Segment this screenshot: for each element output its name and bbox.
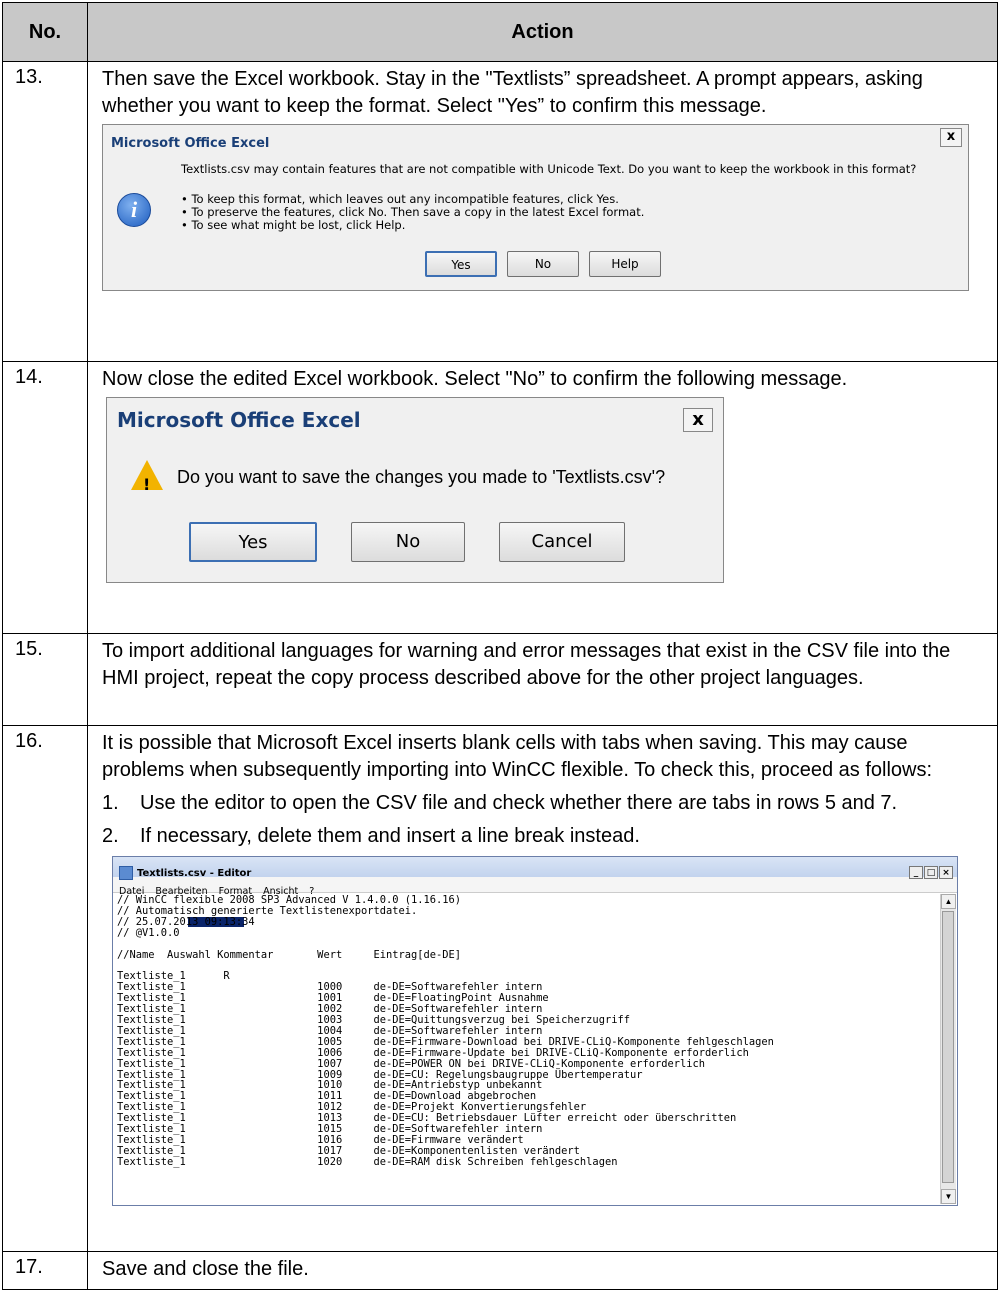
yes-button[interactable]: Yes (425, 251, 497, 277)
dialog-bullets: • To keep this format, which leaves out … (181, 193, 644, 232)
row-text: To import additional languages for warni… (102, 640, 951, 689)
scroll-down-icon[interactable]: ▼ (941, 1189, 956, 1204)
editor-line: Textliste_1 1006 de-DE=Firmware-Update b… (117, 1046, 749, 1059)
row-text: Save and close the file. (102, 1258, 309, 1280)
dialog-title: Microsoft Office Excel (117, 408, 361, 432)
table-header-row: No. Action (2, 2, 998, 62)
row-action: Then save the Excel workbook. Stay in th… (87, 61, 998, 362)
vertical-scrollbar[interactable]: ▲ ▼ (940, 894, 956, 1204)
editor-line: // 25.07.2013 09:13:34 (117, 915, 255, 928)
editor-title: Textlists.csv - Editor (137, 868, 252, 879)
instruction-table: No. Action 13. Then save the Excel workb… (2, 2, 998, 1290)
close-icon[interactable]: x (940, 128, 962, 147)
list-item: 2. If necessary, delete them and insert a… (102, 823, 983, 850)
editor-line: //Name Auswahl Kommentar Wert Eintrag[de… (117, 948, 462, 961)
editor-line: Textliste_1 1007 de-DE=POWER ON bei DRIV… (117, 1057, 706, 1070)
bullet-item: • To see what might be lost, click Help. (181, 218, 406, 232)
dialog-body: ! Do you want to save the changes you ma… (107, 440, 723, 582)
info-icon: i (117, 193, 151, 227)
no-button[interactable]: No (507, 251, 579, 277)
row-number: 13. (2, 61, 88, 362)
scroll-thumb[interactable] (942, 911, 954, 1183)
notepad-icon (119, 866, 133, 880)
maximize-icon[interactable]: □ (924, 866, 938, 879)
row-action: Now close the edited Excel workbook. Sel… (87, 361, 998, 634)
dialog-title: Microsoft Office Excel (111, 136, 270, 151)
editor-title-bar: Textlists.csv - Editor _ □ × (113, 857, 957, 880)
table-row: 15. To import additional languages for w… (2, 633, 998, 726)
editor-text-area[interactable]: // WinCC flexible 2008 SP3 Advanced V 1.… (117, 895, 939, 1203)
editor-line: // @V1.0.0 (117, 926, 180, 939)
step-text: Use the editor to open the CSV file and … (140, 792, 898, 814)
row-text: Now close the edited Excel workbook. Sel… (102, 368, 848, 390)
dialog-message: Do you want to save the changes you made… (177, 467, 666, 487)
scroll-up-icon[interactable]: ▲ (941, 894, 956, 909)
header-no: No. (2, 2, 88, 62)
dialog-title-bar: Microsoft Office Excel x (103, 125, 968, 151)
table-row: 17. Save and close the file. (2, 1251, 998, 1290)
row-number: 17. (2, 1251, 88, 1290)
table-row: 13. Then save the Excel workbook. Stay i… (2, 61, 998, 362)
row-action: It is possible that Microsoft Excel inse… (87, 725, 998, 1252)
window-buttons: _ □ × (908, 859, 953, 886)
editor-line: Textliste_1 1020 de-DE=RAM disk Schreibe… (117, 1155, 618, 1168)
dialog-body: i Textlists.csv may contain features tha… (103, 151, 968, 290)
row-action: To import additional languages for warni… (87, 633, 998, 726)
cancel-button[interactable]: Cancel (499, 522, 625, 562)
help-button[interactable]: Help (589, 251, 661, 277)
row-action: Save and close the file. (87, 1251, 998, 1290)
minimize-icon[interactable]: _ (909, 866, 923, 879)
no-button[interactable]: No (351, 522, 465, 562)
save-changes-dialog: Microsoft Office Excel x ! Do you want t… (106, 397, 724, 583)
list-item: 1. Use the editor to open the CSV file an… (102, 790, 983, 817)
warning-mark: ! (143, 475, 151, 494)
keep-format-dialog: Microsoft Office Excel x i Textlists.csv… (102, 124, 969, 291)
header-action: Action (87, 2, 998, 62)
dialog-message: Textlists.csv may contain features that … (181, 162, 917, 176)
close-icon[interactable]: × (939, 866, 953, 879)
row-text: Then save the Excel workbook. Stay in th… (102, 68, 923, 117)
row-number: 14. (2, 361, 88, 634)
dialog-title-bar: Microsoft Office Excel x (107, 398, 723, 440)
close-icon[interactable]: x (683, 408, 713, 432)
step-list: 1. Use the editor to open the CSV file an… (102, 790, 983, 850)
editor-window: Textlists.csv - Editor _ □ × Datei Bearbei… (112, 856, 958, 1206)
row-number: 16. (2, 725, 88, 1252)
table-row: 14. Now close the edited Excel workbook.… (2, 361, 998, 634)
step-number: 2. (102, 825, 119, 847)
row-text: It is possible that Microsoft Excel inse… (102, 732, 933, 781)
yes-button[interactable]: Yes (189, 522, 317, 562)
table-row: 16. It is possible that Microsoft Excel … (2, 725, 998, 1252)
step-text: If necessary, delete them and insert a l… (140, 825, 640, 847)
row-number: 15. (2, 633, 88, 726)
step-number: 1. (102, 792, 119, 814)
